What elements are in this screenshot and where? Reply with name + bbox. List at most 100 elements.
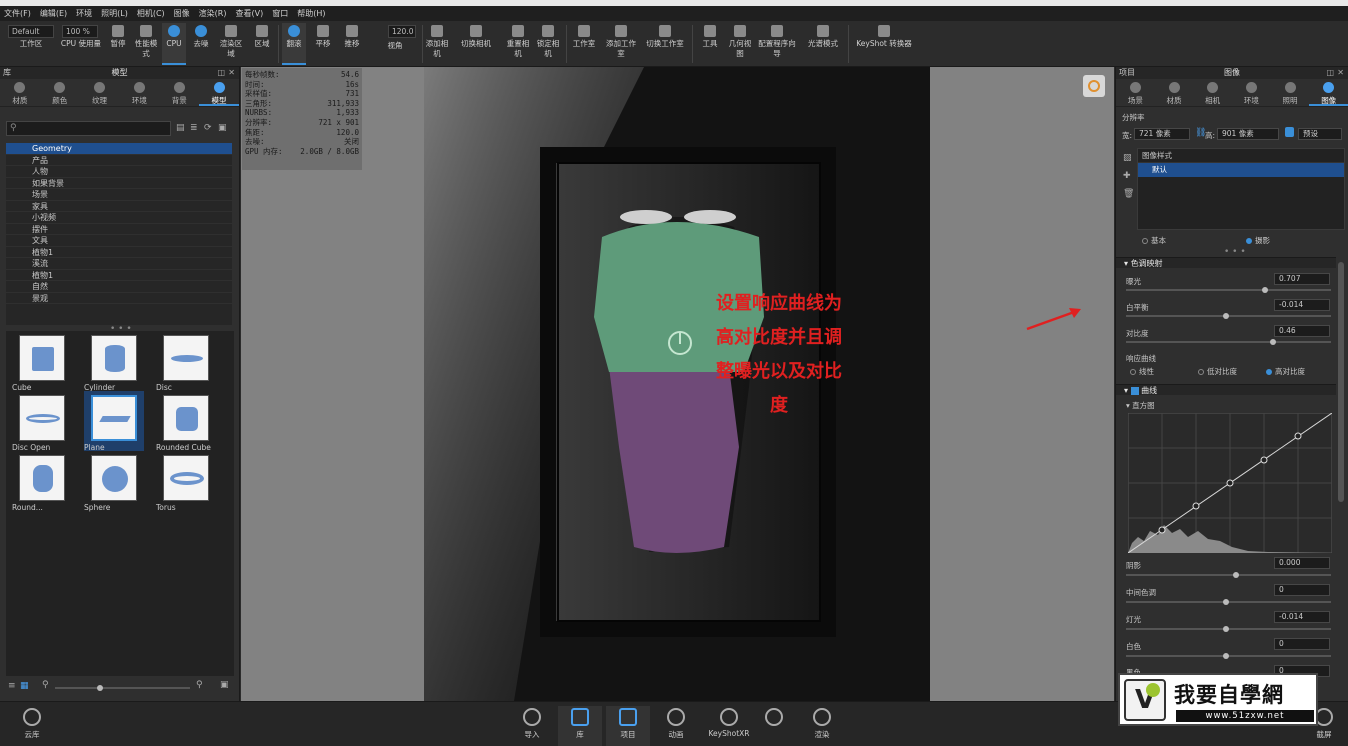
pause-button[interactable]: 暂停	[106, 23, 130, 65]
tree-item[interactable]: 家具	[6, 201, 232, 212]
image-style-item-default[interactable]: 默认	[1138, 163, 1344, 177]
list-view-icon[interactable]: ≡	[8, 681, 16, 691]
dolly-button[interactable]: 推移	[340, 23, 364, 65]
menu-edit[interactable]: 编辑(E)	[40, 8, 67, 19]
switch-camera-button[interactable]: 切换相机	[458, 23, 494, 65]
menu-camera[interactable]: 相机(C)	[137, 8, 165, 19]
tab-backplates[interactable]: 背景	[159, 79, 199, 106]
tree-item[interactable]: 植物1	[6, 247, 232, 258]
thumb-sphere[interactable]: Sphere	[84, 455, 144, 512]
performance-mode-button[interactable]: 性能模式	[133, 23, 159, 65]
add-style-icon[interactable]: ✚	[1123, 171, 1131, 181]
midtones-input[interactable]: 0	[1274, 584, 1330, 596]
slider-knob[interactable]	[1223, 313, 1229, 319]
tree-item[interactable]: 摆件	[6, 224, 232, 235]
thumb-cylinder[interactable]: Cylinder	[84, 335, 144, 392]
list-icon[interactable]: ≣	[190, 123, 198, 133]
slider-knob[interactable]	[97, 685, 103, 691]
lock-camera-button[interactable]: 锁定相机	[535, 23, 561, 65]
preset-dropdown[interactable]: 预设	[1298, 128, 1342, 140]
region-button[interactable]: 区域	[250, 23, 274, 65]
contrast-slider[interactable]	[1126, 339, 1331, 345]
tree-item[interactable]: 产品	[6, 155, 232, 166]
tree-item[interactable]: 人物	[6, 166, 232, 178]
white-balance-input[interactable]: -0.014	[1274, 299, 1330, 311]
denoise-button[interactable]: 去噪	[189, 23, 213, 65]
project-button[interactable]: 项目	[606, 706, 650, 746]
tree-item[interactable]: 景观	[6, 293, 232, 304]
image-style-icon[interactable]: ▨	[1123, 153, 1132, 163]
response-linear-radio[interactable]: 线性	[1130, 366, 1154, 377]
curve-section[interactable]: ▾ 曲线	[1116, 384, 1336, 395]
thumb-torus[interactable]: Torus	[156, 455, 216, 512]
thumb-cube[interactable]: Cube	[12, 335, 72, 392]
tab-textures[interactable]: 纹理	[80, 79, 120, 106]
delete-style-icon[interactable]: 🗑	[1123, 189, 1134, 199]
grid-view-icon[interactable]: ▦	[20, 681, 29, 691]
slider-knob[interactable]	[1270, 339, 1276, 345]
thumb-plane[interactable]: Plane	[84, 391, 144, 452]
thumb-disc-open[interactable]: Disc Open	[12, 395, 72, 452]
filter-icon[interactable]: ▤	[176, 123, 185, 133]
lock-icon[interactable]	[1285, 127, 1294, 137]
menu-lighting[interactable]: 照明(L)	[101, 8, 128, 19]
thumb-rounded-cylinder[interactable]: Round...	[12, 455, 72, 512]
folder-icon[interactable]: ▣	[218, 123, 227, 133]
menu-environment[interactable]: 环境	[76, 8, 92, 19]
thumb-rounded-cube[interactable]: Rounded Cube	[156, 395, 216, 452]
folder-icon[interactable]: ▣	[220, 680, 229, 690]
vr-button[interactable]	[752, 706, 796, 746]
pan-button[interactable]: 平移	[311, 23, 335, 65]
width-input[interactable]: 721 像素	[1134, 128, 1190, 140]
height-input[interactable]: 901 像素	[1217, 128, 1279, 140]
splitter-handle[interactable]: • • •	[1224, 247, 1246, 257]
exposure-slider[interactable]	[1126, 287, 1331, 293]
animation-button[interactable]: 动画	[654, 706, 698, 746]
slider-knob[interactable]	[1223, 626, 1229, 632]
mode-photographic-radio[interactable]: 摄影	[1246, 235, 1270, 246]
menu-view[interactable]: 查看(V)	[235, 8, 263, 19]
tree-item[interactable]: 自然	[6, 281, 232, 293]
undock-icon[interactable]: ◫	[1326, 67, 1334, 79]
switch-studio-button[interactable]: 切换工作室	[645, 23, 685, 65]
slider-knob[interactable]	[1223, 653, 1229, 659]
menu-file[interactable]: 文件(F)	[4, 8, 31, 19]
tab-environments[interactable]: 环境	[119, 79, 159, 106]
tone-curve-editor[interactable]	[1128, 413, 1332, 553]
tab-camera[interactable]: 相机	[1193, 79, 1232, 106]
spectral-mode-button[interactable]: 光谱模式	[804, 23, 842, 65]
highlights-slider[interactable]	[1126, 626, 1331, 632]
response-low-contrast-radio[interactable]: 低对比度	[1198, 366, 1237, 377]
tree-item[interactable]: 植物1	[6, 270, 232, 281]
render-button[interactable]: 渲染	[800, 706, 844, 746]
whites-slider[interactable]	[1126, 653, 1331, 659]
tab-lighting[interactable]: 照明	[1271, 79, 1310, 106]
tab-materials[interactable]: 材质	[0, 79, 40, 106]
add-studio-button[interactable]: 添加工作室	[606, 23, 636, 65]
zoom-in-icon[interactable]: ⚲	[196, 680, 203, 690]
tree-item[interactable]: Geometry	[6, 143, 232, 155]
thumb-disc[interactable]: Disc	[156, 335, 216, 392]
fov-field[interactable]: 120.0	[388, 25, 416, 38]
midtones-slider[interactable]	[1126, 599, 1331, 605]
cpu-button[interactable]: CPU	[162, 23, 186, 65]
zoom-out-icon[interactable]: ⚲	[42, 680, 49, 690]
cpu-usage-field[interactable]: 100 %	[62, 25, 98, 38]
configurator-wizard-button[interactable]: 配置程序向导	[757, 23, 797, 65]
tab-models[interactable]: 模型	[199, 79, 239, 106]
tab-material[interactable]: 材质	[1155, 79, 1194, 106]
keyshotxr-button[interactable]: KeyShotXR	[704, 706, 754, 746]
slider-knob[interactable]	[1262, 287, 1268, 293]
cloud-library-button[interactable]: 云库	[10, 706, 54, 746]
slider-knob[interactable]	[1233, 572, 1239, 578]
tone-mapping-section[interactable]: ▾ 色调映射	[1116, 257, 1336, 268]
tree-item[interactable]: 小视频	[6, 212, 232, 224]
tab-scene[interactable]: 场景	[1116, 79, 1155, 106]
slider-knob[interactable]	[1223, 599, 1229, 605]
curve-enable-checkbox[interactable]	[1130, 386, 1139, 395]
camera-lock-icon[interactable]	[1083, 75, 1105, 97]
panel-scrollbar[interactable]	[1338, 262, 1344, 502]
tools-button[interactable]: 工具	[697, 23, 723, 65]
tab-colors[interactable]: 颜色	[40, 79, 80, 106]
menu-image[interactable]: 图像	[174, 8, 190, 19]
